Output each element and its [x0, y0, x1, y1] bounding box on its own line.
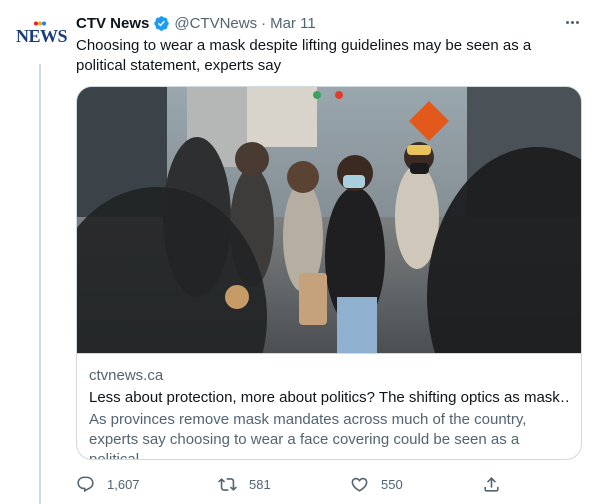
reply-button[interactable]: 1,607	[76, 470, 140, 498]
tweet-actions: 1,607 581 550	[76, 470, 506, 498]
header-separator: ·	[261, 14, 267, 32]
tweet-date[interactable]: Mar 11	[270, 15, 316, 32]
card-domain: ctvnews.ca	[89, 367, 164, 384]
thread-line	[39, 64, 41, 504]
tweet-text: Choosing to wear a mask despite lifting …	[76, 37, 532, 74]
share-icon	[484, 476, 499, 492]
like-icon	[351, 477, 368, 492]
card-body[interactable]: ctvnews.ca Less about protection, more a…	[77, 353, 581, 459]
card-title: Less about protection, more about politi…	[89, 389, 569, 406]
reply-icon	[77, 476, 94, 492]
logo-text: NEWS	[16, 26, 68, 46]
avatar[interactable]: NEWS	[16, 19, 68, 55]
tweet-header: CTV News @CTVNews · Mar 11	[76, 12, 316, 34]
like-button[interactable]: 550	[350, 470, 403, 498]
retweet-button[interactable]: 581	[218, 470, 271, 498]
retweet-count: 581	[249, 476, 271, 492]
more-options-icon[interactable]	[560, 12, 584, 32]
verified-badge-icon	[153, 15, 170, 32]
author-name[interactable]: CTV News	[76, 15, 149, 32]
share-button[interactable]	[482, 470, 501, 498]
link-card[interactable]: ctvnews.ca Less about protection, more a…	[76, 86, 582, 460]
card-image[interactable]	[77, 87, 581, 353]
retweet-icon	[218, 477, 237, 491]
like-count: 550	[381, 476, 403, 492]
reply-count: 1,607	[107, 476, 140, 492]
author-handle[interactable]: @CTVNews	[174, 15, 257, 32]
card-description: As provinces remove mask mandates across…	[89, 411, 527, 460]
